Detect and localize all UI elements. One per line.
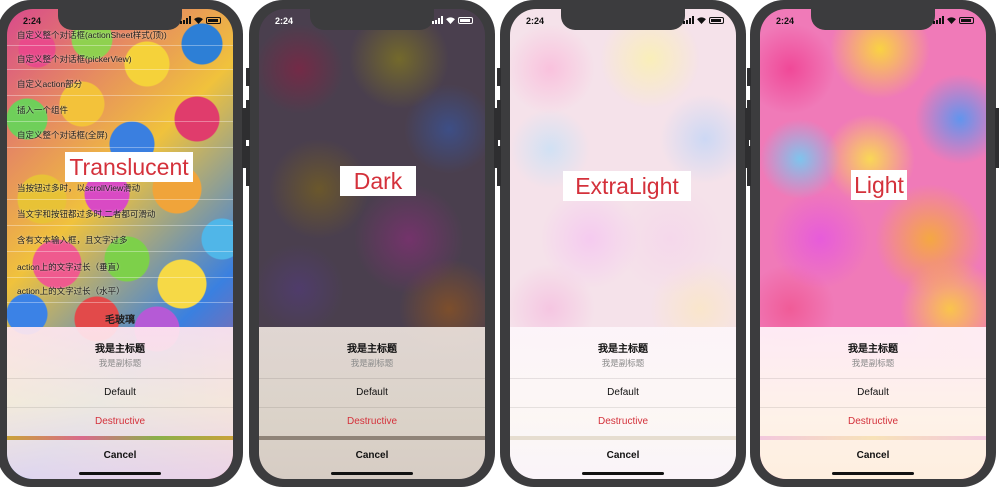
mute-switch xyxy=(246,68,250,86)
action-sheet: 我是主标题 我是副标题 Default Destructive Cancel xyxy=(7,327,233,479)
menu-item[interactable]: 自定义整个对话框(actionSheet样式(顶)) xyxy=(17,29,167,41)
cancel-button[interactable]: Cancel xyxy=(259,440,485,472)
menu-divider xyxy=(7,302,233,303)
cellular-signal-icon xyxy=(683,16,694,24)
menu-divider xyxy=(7,147,233,148)
blur-style-label: Translucent xyxy=(65,152,193,182)
action-sheet: 我是主标题 我是副标题 Default Destructive Cancel xyxy=(259,327,485,479)
screen: 2:24 Dark 我是主标题 我是副标题 Default Destructiv… xyxy=(259,9,485,479)
status-time: 2:24 xyxy=(776,16,795,26)
status-time: 2:24 xyxy=(526,16,545,26)
home-indicator xyxy=(331,472,413,475)
menu-divider xyxy=(7,95,233,96)
home-indicator xyxy=(582,472,664,475)
screen: 2:24 Light 我是主标题 我是副标题 Default Destructi… xyxy=(760,9,986,479)
cancel-button[interactable]: Cancel xyxy=(760,440,986,472)
sheet-header: 我是主标题 我是副标题 xyxy=(259,327,485,378)
sheet-title: 我是主标题 xyxy=(347,344,397,355)
home-indicator xyxy=(832,472,914,475)
menu-item[interactable]: 插入一个组件 xyxy=(17,104,68,116)
sheet-header: 我是主标题 我是副标题 xyxy=(7,327,233,378)
cellular-signal-icon xyxy=(933,16,944,24)
volume-down-button xyxy=(747,146,751,186)
menu-item[interactable]: 自定义action部分 xyxy=(17,78,82,90)
default-action-button[interactable]: Default xyxy=(760,378,986,407)
menu-item[interactable]: 当按钮过多时，以scrollView滑动 xyxy=(17,182,140,194)
power-button xyxy=(995,108,999,168)
default-action-button[interactable]: Default xyxy=(7,378,233,407)
volume-up-button xyxy=(497,100,501,140)
action-sheet: 我是主标题 我是副标题 Default Destructive Cancel xyxy=(510,327,736,479)
cellular-signal-icon xyxy=(432,16,443,24)
default-action-button[interactable]: Default xyxy=(510,378,736,407)
status-bar: 2:24 xyxy=(259,16,485,30)
cancel-button[interactable]: Cancel xyxy=(7,440,233,472)
phone-extralight: 2:24 ExtraLight 我是主标题 我是副标题 Default Dest… xyxy=(497,0,749,487)
menu-item[interactable]: 含有文本输入框，且文字过多 xyxy=(17,234,128,246)
menu-divider xyxy=(7,45,233,46)
blur-style-label: Light xyxy=(851,170,907,200)
sheet-subtitle: 我是副标题 xyxy=(98,358,142,368)
home-indicator xyxy=(79,472,161,475)
sheet-subtitle: 我是副标题 xyxy=(601,358,645,368)
destructive-action-button[interactable]: Destructive xyxy=(259,407,485,436)
destructive-action-button[interactable]: Destructive xyxy=(760,407,986,436)
menu-divider xyxy=(7,69,233,70)
battery-icon xyxy=(458,16,473,24)
sheet-title: 我是主标题 xyxy=(95,344,145,355)
menu-item[interactable]: 自定义整个对话框(pickerView) xyxy=(17,53,132,65)
sheet-title: 我是主标题 xyxy=(848,344,898,355)
menu-section-title: 毛玻璃 xyxy=(105,315,135,326)
phone-light: 2:24 Light 我是主标题 我是副标题 Default Destructi… xyxy=(747,0,999,487)
menu-item[interactable]: 当文字和按钮都过多时,二者都可滑动 xyxy=(17,208,155,220)
wifi-icon xyxy=(194,16,203,24)
blur-style-label: Dark xyxy=(340,166,416,196)
action-sheet: 我是主标题 我是副标题 Default Destructive Cancel xyxy=(760,327,986,479)
status-time: 2:24 xyxy=(23,16,42,26)
phone-translucent: 2:24 自定义整个对话框(actionSheet样式(顶)) 自定义整个对话框… xyxy=(0,0,246,487)
wifi-icon xyxy=(697,16,706,24)
sheet-subtitle: 我是副标题 xyxy=(851,358,895,368)
status-time: 2:24 xyxy=(275,16,294,26)
menu-item[interactable]: action上的文字过长（垂直） xyxy=(17,261,125,273)
wifi-icon xyxy=(446,16,455,24)
cancel-button[interactable]: Cancel xyxy=(510,440,736,472)
menu-item[interactable]: action上的文字过长（水平） xyxy=(17,285,125,297)
screen: 2:24 自定义整个对话框(actionSheet样式(顶)) 自定义整个对话框… xyxy=(7,9,233,479)
screen: 2:24 ExtraLight 我是主标题 我是副标题 Default Dest… xyxy=(510,9,736,479)
phone-dark: 2:24 Dark 我是主标题 我是副标题 Default Destructiv… xyxy=(246,0,498,487)
sheet-header: 我是主标题 我是副标题 xyxy=(510,327,736,378)
menu-divider xyxy=(7,251,233,252)
sheet-header: 我是主标题 我是副标题 xyxy=(760,327,986,378)
battery-icon xyxy=(959,16,974,24)
battery-icon xyxy=(709,16,724,24)
cellular-signal-icon xyxy=(180,16,191,24)
volume-down-button xyxy=(246,146,250,186)
blur-style-label: ExtraLight xyxy=(563,171,691,201)
sheet-title: 我是主标题 xyxy=(598,344,648,355)
destructive-action-button[interactable]: Destructive xyxy=(510,407,736,436)
default-action-button[interactable]: Default xyxy=(259,378,485,407)
mute-switch xyxy=(747,68,751,86)
menu-divider xyxy=(7,199,233,200)
volume-up-button xyxy=(747,100,751,140)
status-bar: 2:24 xyxy=(510,16,736,30)
menu-divider xyxy=(7,121,233,122)
destructive-action-button[interactable]: Destructive xyxy=(7,407,233,436)
volume-down-button xyxy=(497,146,501,186)
menu-divider xyxy=(7,225,233,226)
sheet-subtitle: 我是副标题 xyxy=(350,358,394,368)
menu-divider xyxy=(7,277,233,278)
battery-icon xyxy=(206,16,221,24)
wifi-icon xyxy=(947,16,956,24)
volume-up-button xyxy=(246,100,250,140)
status-bar: 2:24 xyxy=(760,16,986,30)
status-bar: 2:24 xyxy=(7,16,233,30)
menu-item[interactable]: 自定义整个对话框(全屏) xyxy=(17,129,108,141)
mute-switch xyxy=(497,68,501,86)
